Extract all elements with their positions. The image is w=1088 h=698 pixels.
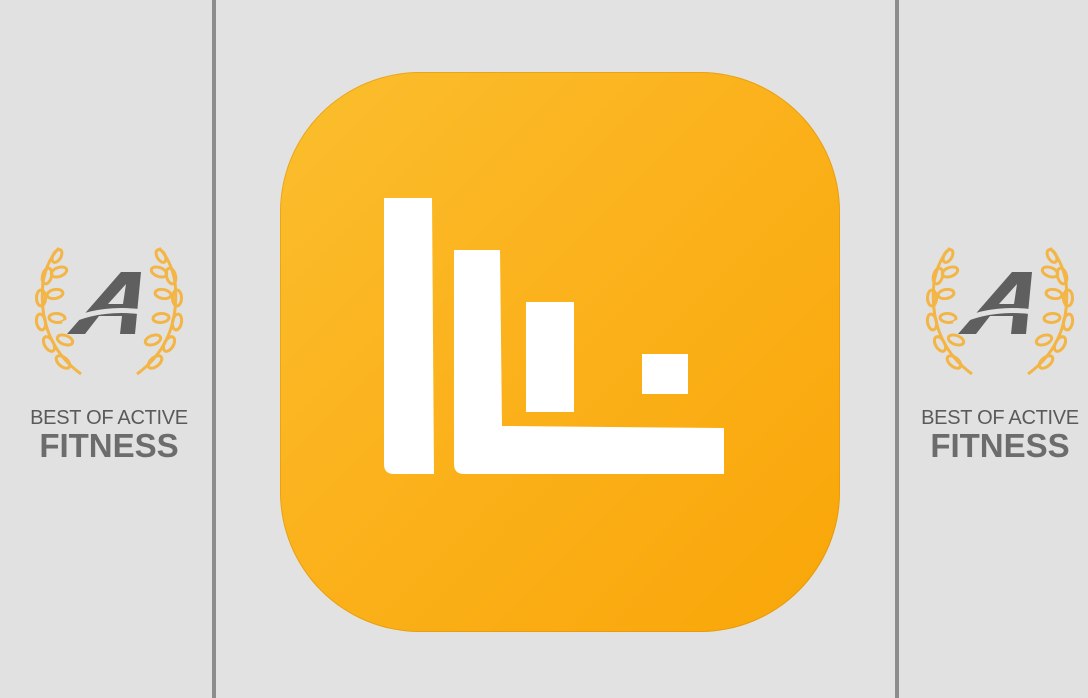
badge-subtitle: FITNESS xyxy=(39,427,179,464)
badge-title: BEST OF ACTIVE xyxy=(921,407,1079,429)
badge-subtitle: FITNESS xyxy=(930,427,1070,464)
laurel-wreath-a-logo-icon xyxy=(925,246,1075,376)
best-of-active-badge-left: BEST OF ACTIVE FITNESS xyxy=(14,242,204,464)
app-icon xyxy=(280,72,840,632)
bar-chart-app-icon xyxy=(384,198,724,474)
best-of-active-badge-right: BEST OF ACTIVE FITNESS xyxy=(905,242,1088,464)
laurel-wreath-a-logo-icon xyxy=(34,246,184,376)
badge-title: BEST OF ACTIVE xyxy=(30,407,188,429)
